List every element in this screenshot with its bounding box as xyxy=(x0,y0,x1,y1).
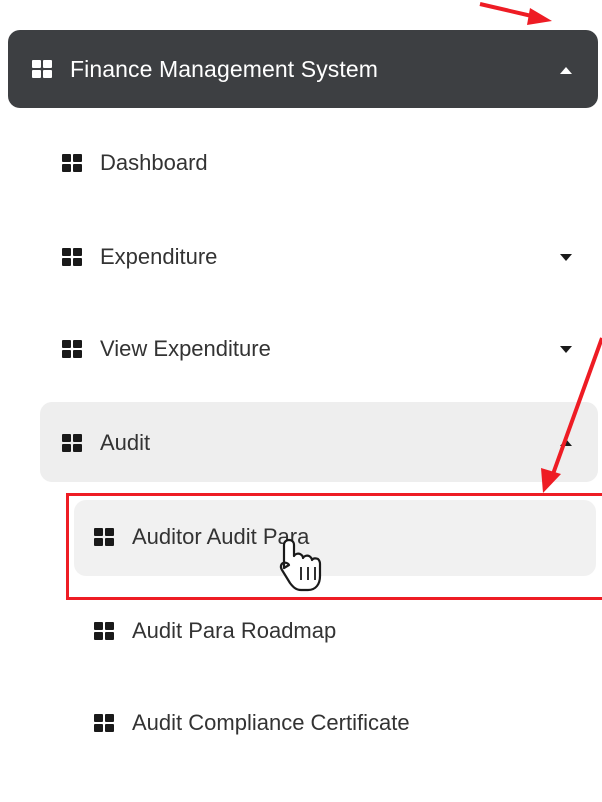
sidebar-item-label: Dashboard xyxy=(100,150,208,175)
sidebar-item-dashboard[interactable]: Dashboard xyxy=(62,148,208,178)
grid-icon xyxy=(94,622,114,640)
annotation-overlay xyxy=(279,2,602,592)
grid-icon xyxy=(32,60,52,78)
sidebar-item-view-expenditure[interactable]: View Expenditure xyxy=(62,334,582,364)
caret-up-icon xyxy=(560,67,572,74)
caret-down-icon xyxy=(560,254,572,261)
sidebar-item-audit[interactable]: Audit xyxy=(62,428,582,458)
submenu-item-audit-para-roadmap[interactable]: Audit Para Roadmap xyxy=(94,616,336,646)
caret-down-icon xyxy=(560,346,572,353)
grid-icon xyxy=(94,714,114,732)
annotation-arrow-top xyxy=(479,2,552,25)
submenu-item-label: Audit Para Roadmap xyxy=(132,618,337,643)
grid-icon xyxy=(62,434,82,452)
submenu-item-label: Audit Compliance Certificate xyxy=(132,710,410,735)
sidebar-item-label: Expenditure xyxy=(100,244,218,269)
sidebar-item-label: Audit xyxy=(100,430,151,455)
grid-icon xyxy=(62,248,82,266)
caret-up-icon xyxy=(560,439,572,446)
sidebar-item-expenditure[interactable]: Expenditure xyxy=(62,242,582,272)
grid-icon xyxy=(62,340,82,358)
grid-icon xyxy=(62,154,82,172)
finance-management-system-menu[interactable]: Finance Management System xyxy=(8,30,598,108)
sidebar-menu: Finance Management System Dashboard Expe… xyxy=(0,0,602,802)
annotation-highlight-box xyxy=(66,493,602,600)
sidebar-item-label: View Expenditure xyxy=(100,336,271,361)
menu-header-label: Finance Management System xyxy=(70,55,379,82)
submenu-item-audit-compliance-certificate[interactable]: Audit Compliance Certificate xyxy=(94,708,410,738)
